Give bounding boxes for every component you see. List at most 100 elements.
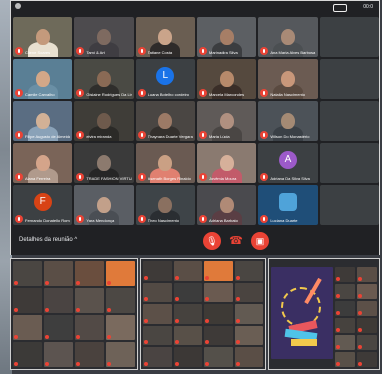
participant-tile[interactable] <box>143 282 172 303</box>
participant-tile[interactable] <box>204 261 233 281</box>
participant-tile[interactable] <box>44 315 73 340</box>
participant-tile[interactable] <box>13 342 42 367</box>
participant-tile[interactable]: Tamí & Art <box>74 17 134 57</box>
mic-muted-icon <box>76 335 80 339</box>
mic-muted-icon <box>107 281 111 285</box>
participant-tile[interactable]: Ana Maria Alves Barbosa Cordeiro <box>258 17 318 57</box>
participant-tile[interactable] <box>173 282 202 303</box>
meet-window: 00:0 Cliene Soares Tamí & Art Tatiane Cost… <box>10 0 380 255</box>
participant-tile[interactable] <box>143 325 172 346</box>
participant-tile[interactable]: L Luana Botelho cordeiro <box>135 59 195 99</box>
participant-tile[interactable] <box>335 318 355 333</box>
mic-toggle-button[interactable]: 🎙 <box>203 232 221 250</box>
participant-tile[interactable] <box>357 267 377 282</box>
participant-tile[interactable] <box>204 282 233 303</box>
participant-tile[interactable] <box>335 335 355 350</box>
participant-tile[interactable] <box>106 342 135 367</box>
camera-toggle-button[interactable]: ▣ <box>251 232 269 250</box>
participant-tile[interactable]: elvira miranda <box>74 101 134 141</box>
participant-tile[interactable]: Asenath Borges Rinaldo <box>135 143 195 183</box>
participant-tile[interactable] <box>357 284 377 299</box>
participant-tile[interactable]: A Adriana Da Silva Silva <box>258 143 318 183</box>
mic-off-icon: 🎙 <box>206 236 218 246</box>
participant-tile[interactable] <box>335 284 355 299</box>
participant-tile[interactable]: Tatiane Costa <box>135 17 195 57</box>
participant-tile[interactable] <box>44 261 73 286</box>
participant-tile[interactable] <box>357 335 377 350</box>
mic-muted-icon <box>137 173 146 181</box>
participant-tile[interactable] <box>234 325 263 346</box>
participant-tile[interactable] <box>75 342 104 367</box>
participant-tile[interactable] <box>143 304 172 324</box>
participant-tile[interactable]: Jovêmia Moura <box>196 143 257 183</box>
participant-tile[interactable] <box>173 304 202 324</box>
participant-tile[interactable]: Wilson Do Monastério <box>258 101 318 141</box>
participant-video <box>219 29 234 45</box>
participant-tile[interactable]: F Fernando Donatello Roman <box>13 185 73 225</box>
participant-tile[interactable] <box>335 301 355 316</box>
participant-tile[interactable] <box>106 288 135 313</box>
participant-tile[interactable] <box>75 261 104 286</box>
participant-tile[interactable]: Marcela Marcondes <box>196 59 257 99</box>
participant-tile[interactable] <box>234 282 263 303</box>
participant-tile[interactable] <box>13 315 42 340</box>
participant-tile[interactable] <box>357 318 377 333</box>
participant-tile[interactable]: Yara Mendonça <box>74 185 134 225</box>
end-call-button[interactable]: ☎ <box>227 232 245 250</box>
participant-tile[interactable] <box>13 261 42 286</box>
participant-tile[interactable] <box>204 304 233 324</box>
participant-name: Ana Maria Alves Barbosa Cordeiro <box>270 50 316 55</box>
participant-tile[interactable]: Luciana Duarte <box>258 185 318 225</box>
participant-tile[interactable] <box>106 261 135 286</box>
participant-tile[interactable] <box>75 288 104 313</box>
participant-name: Yara Mendonça <box>86 218 115 223</box>
participant-tile[interactable] <box>234 304 263 324</box>
participant-tile[interactable]: Thaynara Duarte Vergara <box>135 101 195 141</box>
participant-tile[interactable]: Camile Carvalho <box>13 59 73 99</box>
participant-tile[interactable]: Maria Lúcia <box>196 101 257 141</box>
participant-tile[interactable]: Marinadira Silva <box>196 17 257 57</box>
participant-tile[interactable]: Cliene Soares <box>13 17 73 57</box>
participant-tile[interactable] <box>319 101 379 141</box>
participant-tile[interactable]: Natalia Nascimento <box>258 59 318 99</box>
participant-tile[interactable] <box>173 347 202 367</box>
participant-tile[interactable] <box>357 352 377 367</box>
layout-toggle-icon[interactable] <box>333 4 347 12</box>
participant-name: Thaynara Duarte Vergara <box>147 134 193 139</box>
bottom-bar: Detalhes da reunião ^ 🎙 ☎ ▣ <box>11 227 379 255</box>
participant-tile[interactable]: Adriana Barbato <box>196 185 257 225</box>
participant-tile[interactable] <box>75 315 104 340</box>
participant-tile[interactable] <box>319 143 379 183</box>
participant-tile[interactable] <box>319 185 379 225</box>
phone-hangup-icon: ☎ <box>229 235 243 247</box>
participant-tile[interactable] <box>204 325 233 346</box>
participant-tile[interactable] <box>106 315 135 340</box>
participant-tile[interactable] <box>13 288 42 313</box>
participant-tile[interactable] <box>234 347 263 367</box>
participant-tile[interactable] <box>143 347 172 367</box>
participant-tile[interactable] <box>357 301 377 316</box>
meeting-details-button[interactable]: Detalhes da reunião ^ <box>19 237 77 243</box>
participant-name: elvira miranda <box>86 134 112 139</box>
mic-muted-icon <box>260 89 269 97</box>
participant-tile[interactable]: Filipe Augusto de Almeida <box>13 101 73 141</box>
mic-muted-icon <box>76 131 85 139</box>
mic-muted-icon <box>205 275 209 280</box>
participant-tile[interactable] <box>204 347 233 367</box>
participant-tile[interactable] <box>335 352 355 367</box>
participant-tile[interactable]: Alana Ferreira <box>13 143 73 183</box>
participant-tile[interactable] <box>335 267 355 282</box>
participant-tile[interactable]: Theo Nascimento <box>135 185 195 225</box>
participant-tile[interactable] <box>319 59 379 99</box>
participant-tile[interactable]: Gislaine Rodrigues Da Lima <box>74 59 134 99</box>
participant-tile[interactable] <box>173 325 202 346</box>
participant-tile[interactable] <box>319 17 379 57</box>
participant-tile[interactable] <box>44 288 73 313</box>
mic-muted-icon <box>137 47 146 55</box>
participant-tile[interactable] <box>234 261 263 281</box>
participant-tile[interactable] <box>143 261 172 281</box>
mic-muted-icon <box>235 318 240 323</box>
participant-tile[interactable] <box>173 261 202 281</box>
participant-tile[interactable]: TRADE FASHION VIRTUAL <box>74 143 134 183</box>
participant-tile[interactable] <box>44 342 73 367</box>
